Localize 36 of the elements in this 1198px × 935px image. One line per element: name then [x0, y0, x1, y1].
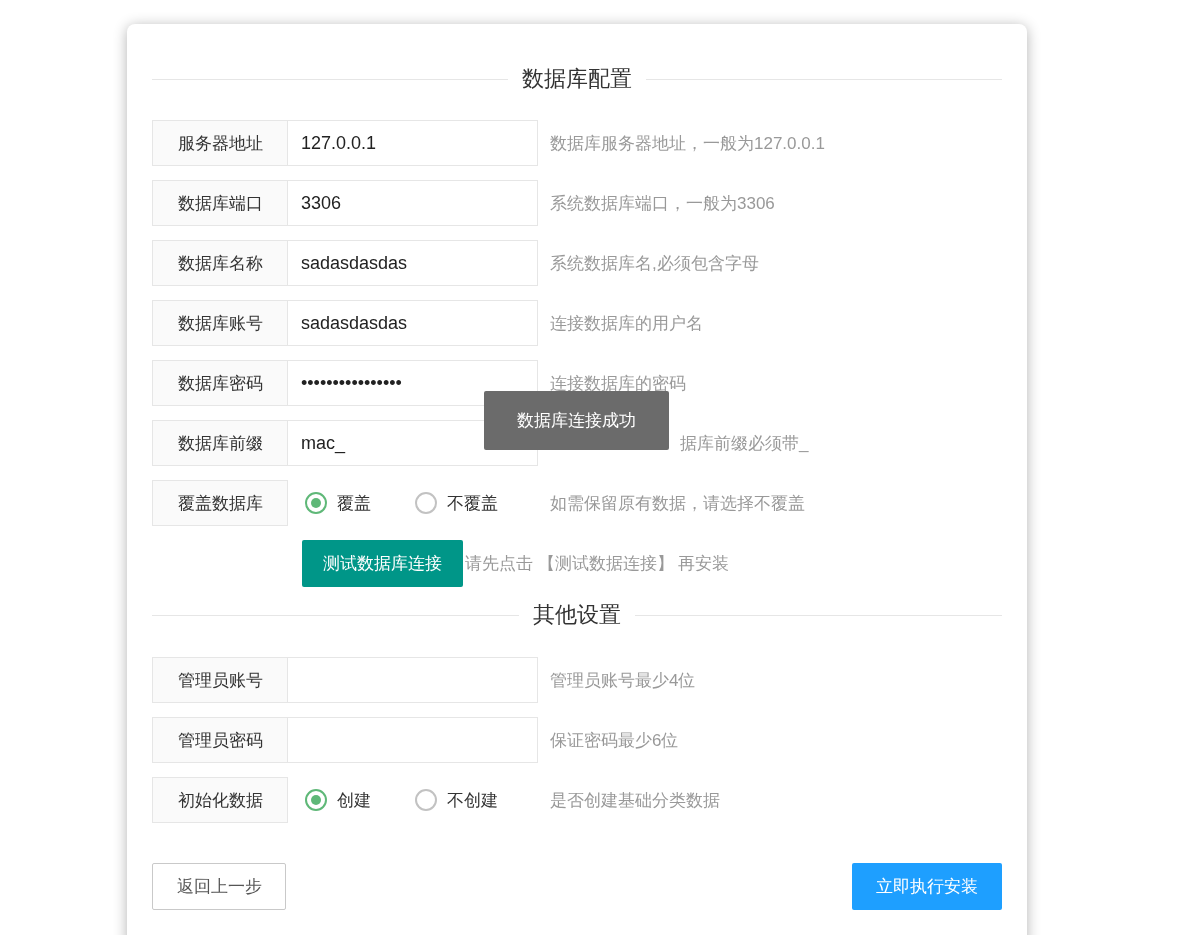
connection-toast: 数据库连接成功 [484, 391, 669, 450]
field-hint: 数据库服务器地址，一般为127.0.0.1 [550, 132, 825, 155]
input-field[interactable] [288, 717, 538, 763]
field-label: 数据库账号 [152, 300, 288, 346]
field-label: 管理员密码 [152, 717, 288, 763]
radio-option[interactable]: 创建 [305, 788, 371, 812]
input-field[interactable] [288, 657, 538, 703]
radio-option[interactable]: 覆盖 [305, 491, 371, 515]
field-hint: 如需保留原有数据，请选择不覆盖 [550, 492, 805, 515]
field-hint: 保证密码最少6位 [550, 729, 679, 752]
field-label: 覆盖数据库 [152, 480, 288, 526]
field-hint: 系统数据库端口，一般为3306 [550, 192, 775, 215]
input-field[interactable]: •••••••••••••••• [288, 360, 538, 406]
field-hint: 连接数据库的用户名 [550, 312, 703, 335]
field-hint: 系统数据库名,必须包含字母 [550, 252, 759, 275]
input-field[interactable]: 127.0.0.1 [288, 120, 538, 166]
section-title: 数据库配置 [521, 65, 633, 93]
test-connection-button[interactable]: 测试数据库连接 [302, 540, 463, 587]
field-label: 数据库端口 [152, 180, 288, 226]
section-title: 其他设置 [532, 601, 622, 629]
field-hint: 管理员账号最少4位 [550, 669, 696, 692]
radio-option[interactable]: 不创建 [415, 788, 498, 812]
radio-option[interactable]: 不覆盖 [415, 491, 498, 515]
back-button[interactable]: 返回上一步 [152, 863, 286, 910]
input-field[interactable]: sadasdasdas [288, 300, 538, 346]
field-label: 初始化数据 [152, 777, 288, 823]
input-field[interactable]: sadasdasdas [288, 240, 538, 286]
field-label: 数据库名称 [152, 240, 288, 286]
field-label: 数据库前缀 [152, 420, 288, 466]
field-label: 服务器地址 [152, 120, 288, 166]
field-label: 数据库密码 [152, 360, 288, 406]
input-field[interactable]: 3306 [288, 180, 538, 226]
field-hint: 据库前缀必须带_ [680, 432, 809, 455]
field-hint: 是否创建基础分类数据 [550, 789, 720, 812]
field-label: 管理员账号 [152, 657, 288, 703]
instruction-text: 请先点击 【测试数据连接】 再安装 [465, 553, 730, 575]
